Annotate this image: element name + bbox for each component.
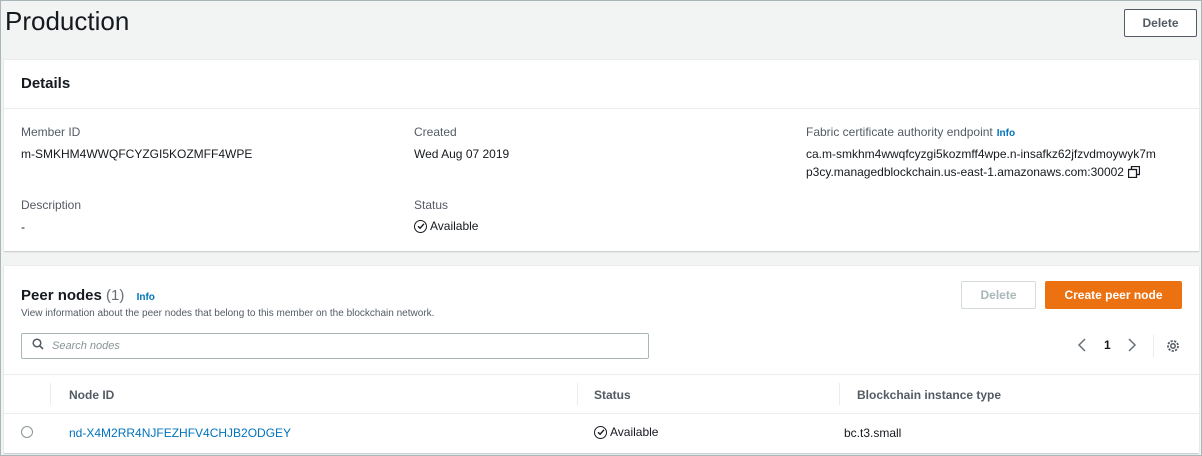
- member-id-value: m-SMKHM4WWQFCYZGI5KOZMFF4WPE: [21, 147, 253, 161]
- created-label: Created: [414, 125, 457, 139]
- page-title: Production: [5, 6, 130, 36]
- member-id-label: Member ID: [21, 125, 81, 139]
- node-id-link[interactable]: nd-X4M2RR4NJFEZHFV4CHJB2ODGEY: [69, 426, 291, 440]
- table-header: Node ID Status Blockchain instance type: [4, 374, 1199, 414]
- peer-nodes-info-link[interactable]: Info: [137, 292, 155, 303]
- peer-nodes-title: Peer nodes: [21, 287, 102, 304]
- check-circle-icon: [414, 219, 427, 233]
- search-icon: [32, 337, 44, 355]
- page-header: Production Delete: [1, 1, 1201, 49]
- column-separator: [839, 383, 840, 405]
- console-frame: Production Delete Details Member ID m-SM…: [0, 0, 1202, 456]
- description-label: Description: [21, 198, 82, 212]
- ca-endpoint-line2: p3cy.managedblockchain.us-east-1.amazona…: [806, 165, 1124, 179]
- delete-member-button[interactable]: Delete: [1124, 9, 1197, 37]
- row-radio-button[interactable]: [21, 426, 33, 438]
- ca-endpoint-line2-wrap: p3cy.managedblockchain.us-east-1.amazona…: [806, 165, 1141, 181]
- check-circle-icon: [594, 425, 607, 439]
- peer-nodes-heading: Peer nodes (1) Info: [21, 287, 155, 304]
- search-input[interactable]: [52, 340, 612, 352]
- row-status-text: Available: [610, 425, 659, 439]
- ca-endpoint-info-link[interactable]: Info: [997, 128, 1015, 139]
- details-divider: [4, 108, 1199, 109]
- table-row[interactable]: nd-X4M2RR4NJFEZHFV4CHJB2ODGEY Available …: [4, 415, 1199, 451]
- column-header-status[interactable]: Status: [594, 388, 631, 402]
- status-value: Available: [414, 219, 478, 233]
- ca-endpoint-label-text: Fabric certificate authority endpoint: [806, 125, 993, 139]
- column-header-node-id[interactable]: Node ID: [69, 388, 114, 402]
- column-header-instance-type[interactable]: Blockchain instance type: [857, 388, 1001, 402]
- peer-nodes-count: (1): [106, 287, 125, 304]
- peer-nodes-description: View information about the peer nodes th…: [21, 308, 435, 319]
- chevron-left-icon[interactable]: [1077, 338, 1087, 355]
- details-panel: Details Member ID m-SMKHM4WWQFCYZGI5KOZM…: [4, 59, 1199, 251]
- settings-icon[interactable]: [1165, 338, 1181, 359]
- created-value: Wed Aug 07 2019: [414, 147, 510, 161]
- chevron-right-icon[interactable]: [1127, 338, 1137, 355]
- status-label: Status: [414, 198, 449, 212]
- column-separator: [577, 383, 578, 405]
- row-status: Available: [594, 425, 658, 439]
- row-instance-type: bc.t3.small: [844, 426, 902, 440]
- ca-endpoint-label: Fabric certificate authority endpoint Inf…: [806, 125, 1015, 139]
- pager-divider: [1153, 335, 1154, 357]
- ca-endpoint-line1: ca.m-smkhm4wwqfcyzgi5kozmff4wpe.n-insafk…: [806, 147, 1156, 161]
- search-box[interactable]: [21, 333, 649, 359]
- status-text: Available: [430, 219, 479, 233]
- create-peer-node-button[interactable]: Create peer node: [1045, 281, 1182, 309]
- peer-nodes-panel: Peer nodes (1) Info View information abo…: [4, 265, 1199, 453]
- description-value: -: [21, 220, 25, 234]
- delete-peer-button[interactable]: Delete: [961, 281, 1036, 309]
- copy-icon[interactable]: [1127, 165, 1141, 181]
- column-separator: [50, 383, 51, 405]
- details-title: Details: [21, 75, 71, 92]
- page-number[interactable]: 1: [1104, 338, 1111, 352]
